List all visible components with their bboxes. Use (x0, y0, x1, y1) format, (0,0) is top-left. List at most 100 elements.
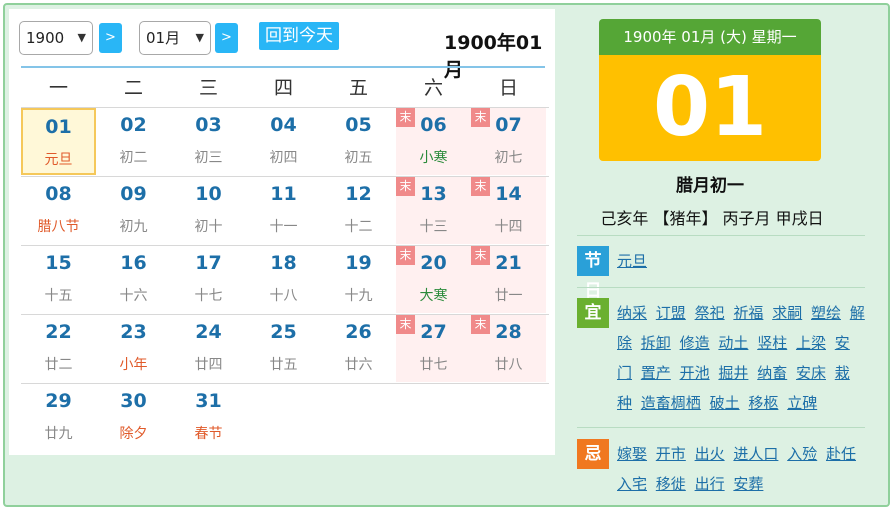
calendar-day-cell[interactable]: 22 廿二 (21, 315, 96, 382)
yi-activity-link[interactable]: 开池 (680, 364, 710, 382)
calendar-day-cell[interactable]: 10 初十 (171, 177, 246, 244)
calendar-day-cell[interactable]: 31 春节 (171, 384, 246, 451)
calendar-day-cell[interactable]: 04 初四 (246, 108, 321, 175)
yi-activity-link[interactable]: 修造 (680, 334, 710, 352)
ji-activity-link[interactable]: 出行 (695, 475, 725, 493)
calendar-day-cell[interactable]: 末 07 初七 (471, 108, 546, 175)
next-year-button[interactable]: > (99, 23, 122, 53)
yi-activity-link[interactable]: 立碑 (787, 394, 817, 412)
year-select[interactable]: 1900 ▼ (19, 21, 93, 55)
ji-activity-link[interactable]: 移徙 (656, 475, 686, 493)
detail-lunar-date: 腊月初一 (676, 176, 744, 196)
yi-activity-link[interactable]: 纳采 (617, 304, 647, 322)
calendar-day-cell[interactable]: 05 初五 (321, 108, 396, 175)
calendar-day-cell[interactable]: 末 14 十四 (471, 177, 546, 244)
yi-activity-link[interactable]: 置产 (641, 364, 671, 382)
yi-activity-link[interactable]: 破土 (710, 394, 740, 412)
ji-activity-link[interactable]: 安葬 (733, 475, 763, 493)
festival-link[interactable]: 元旦 (617, 252, 647, 270)
calendar-day-cell[interactable]: 23 小年 (96, 315, 171, 382)
calendar-day-cell[interactable]: 末 20 大寒 (396, 246, 471, 313)
lunar-label: 初十 (194, 219, 223, 235)
yi-activity-link[interactable]: 造畜椆栖 (641, 394, 701, 412)
yi-activity-link[interactable]: 塑绘 (811, 304, 841, 322)
day-number: 08 (45, 183, 72, 205)
yi-activity-link[interactable]: 安床 (796, 364, 826, 382)
calendar-day-cell[interactable]: 18 十八 (246, 246, 321, 313)
ji-activity-link[interactable]: 入宅 (617, 475, 647, 493)
yi-activity-link[interactable]: 订盟 (656, 304, 686, 322)
calendar-day-cell[interactable]: 11 十一 (246, 177, 321, 244)
yi-tag: 宜 (577, 298, 609, 328)
calendar-day-cell[interactable]: 09 初九 (96, 177, 171, 244)
calendar-day-cell[interactable]: 03 初三 (171, 108, 246, 175)
calendar-day-cell[interactable]: 01 元旦 (21, 108, 96, 175)
yi-activity-link[interactable]: 竖柱 (757, 334, 787, 352)
yi-activity-link[interactable]: 移柩 (748, 394, 778, 412)
weekday-header: 一二三四五六日 (21, 69, 549, 107)
calendar-day-cell[interactable]: 12 十二 (321, 177, 396, 244)
weekday-label: 四 (273, 77, 293, 99)
lunar-label: 十二 (344, 219, 373, 235)
yi-activity-link[interactable]: 动土 (718, 334, 748, 352)
ji-activity-link[interactable]: 进人口 (733, 445, 778, 463)
weekday-label: 一 (48, 77, 68, 99)
calendar-day-cell[interactable]: 02 初二 (96, 108, 171, 175)
day-number: 18 (270, 252, 297, 274)
yi-activity-link[interactable]: 上梁 (796, 334, 826, 352)
ji-activity-link[interactable]: 出火 (695, 445, 725, 463)
calendar-day-cell[interactable]: 末 13 十三 (396, 177, 471, 244)
calendar-day-cell[interactable]: 末 27 廿七 (396, 315, 471, 382)
calendar-day-cell[interactable]: 末 21 廿一 (471, 246, 546, 313)
calendar-day-cell[interactable]: 26 廿六 (321, 315, 396, 382)
day-number: 17 (195, 252, 222, 274)
day-number: 01 (45, 116, 72, 138)
calendar-day-cell[interactable]: 15 十五 (21, 246, 96, 313)
detail-day-number: 01 (599, 55, 821, 161)
ji-activity-link[interactable]: 赴任 (826, 445, 856, 463)
yi-activity-link[interactable]: 掘井 (718, 364, 748, 382)
day-number: 21 (495, 252, 522, 274)
lunar-label: 腊八节 (37, 219, 80, 235)
lunar-label: 大寒 (419, 288, 448, 304)
lunar-label: 十八 (269, 288, 298, 304)
calendar-day-cell[interactable]: 19 十九 (321, 246, 396, 313)
yi-activity-link[interactable]: 纳畜 (757, 364, 787, 382)
lunar-label: 初五 (344, 150, 373, 166)
calendar-day-cell[interactable]: 末 28 廿八 (471, 315, 546, 382)
yi-activity-link[interactable]: 拆卸 (641, 334, 671, 352)
ji-activity-link[interactable]: 开市 (656, 445, 686, 463)
next-month-button[interactable]: > (215, 23, 238, 53)
ji-activity-link[interactable]: 入殓 (787, 445, 817, 463)
divider (577, 235, 865, 236)
calendar-widget: 1900 ▼ > 01月 ▼ > 回到今天 1900年01月 一 二 三 四 五 六 日 0… (3, 3, 890, 507)
day-number: 31 (195, 390, 222, 412)
lunar-label: 十三 (419, 219, 448, 235)
day-number: 26 (345, 321, 372, 343)
detail-date-header: 1900年 01月 (大) 星期一 (599, 19, 821, 55)
calendar-day-cell[interactable]: 24 廿四 (171, 315, 246, 382)
lunar-label: 初二 (119, 150, 148, 166)
calendar-day-cell[interactable]: 末 06 小寒 (396, 108, 471, 175)
yi-activity-link[interactable]: 祭祀 (695, 304, 725, 322)
day-number: 27 (420, 321, 447, 343)
lunar-label: 元旦 (44, 152, 73, 168)
back-to-today-button[interactable]: 回到今天 (259, 22, 339, 50)
lunar-label: 廿二 (44, 357, 73, 373)
yi-activity-link[interactable]: 祈福 (733, 304, 763, 322)
lunar-label: 十一 (269, 219, 298, 235)
calendar-day-cell[interactable]: 30 除夕 (96, 384, 171, 451)
calendar-day-cell[interactable]: 17 十七 (171, 246, 246, 313)
calendar-day-cell[interactable]: 08 腊八节 (21, 177, 96, 244)
ji-activity-link[interactable]: 嫁娶 (617, 445, 647, 463)
day-number: 07 (495, 114, 522, 136)
ji-tag: 忌 (577, 439, 609, 469)
calendar-day-cell[interactable]: 16 十六 (96, 246, 171, 313)
calendar-day-cell[interactable]: 29 廿九 (21, 384, 96, 451)
lunar-label: 廿六 (344, 357, 373, 373)
yi-activity-link[interactable]: 求嗣 (772, 304, 802, 322)
calendar-day-cell[interactable]: 25 廿五 (246, 315, 321, 382)
festival-list: 元旦 (617, 246, 867, 276)
yi-list: 纳采 订盟 祭祀 祈福 求嗣 塑绘 解除 拆卸 修造 动土 竖柱 上梁 安门 置… (617, 298, 867, 418)
month-select[interactable]: 01月 ▼ (139, 21, 211, 55)
